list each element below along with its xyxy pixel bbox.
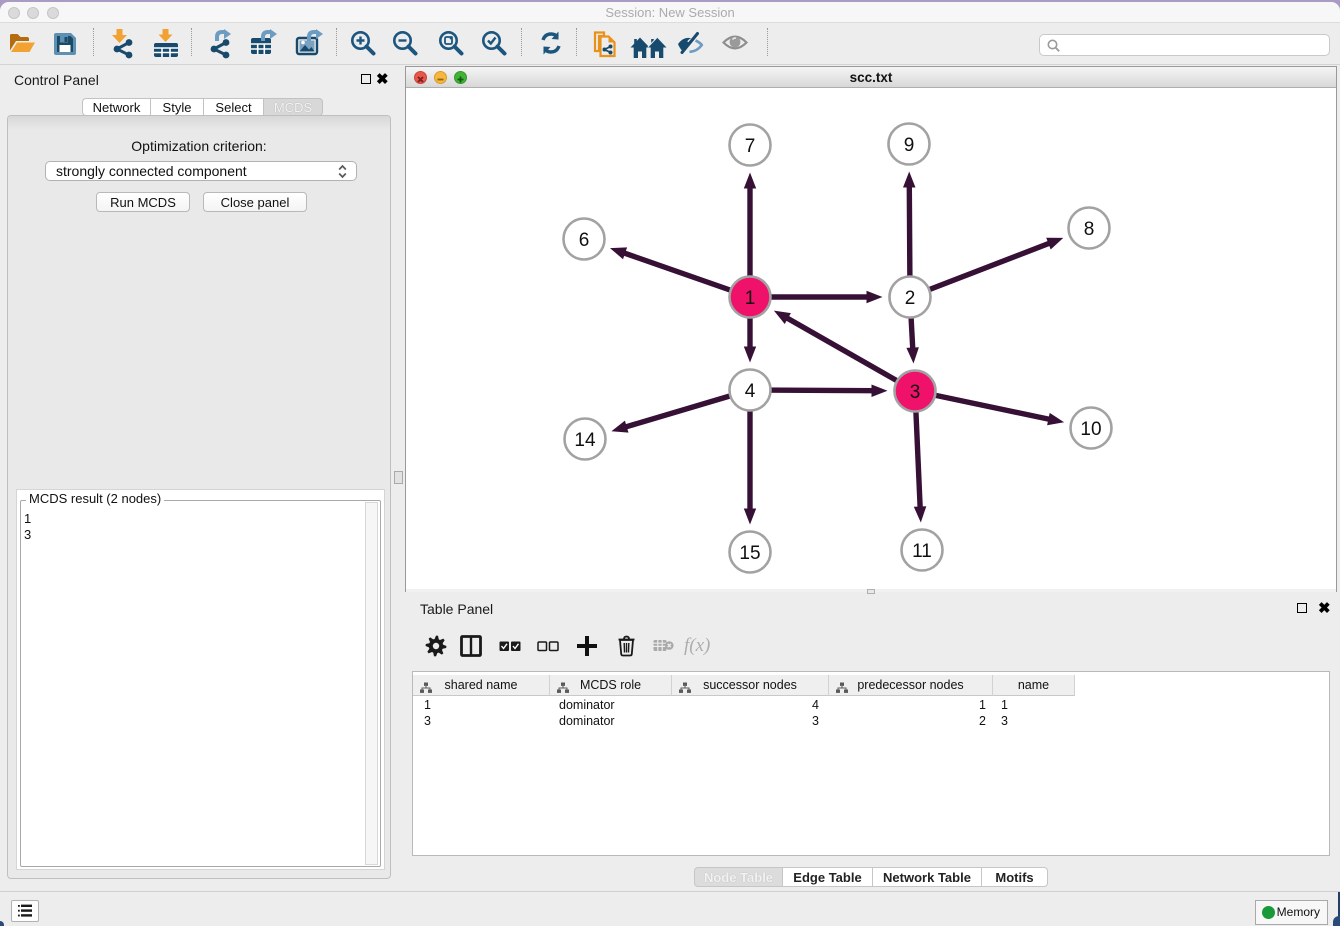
- svg-text:15: 15: [739, 543, 760, 564]
- svg-text:1: 1: [745, 288, 756, 309]
- svg-text:2: 2: [905, 288, 916, 309]
- svg-text:8: 8: [1084, 219, 1095, 240]
- svg-text:3: 3: [910, 382, 921, 403]
- svg-text:4: 4: [745, 381, 756, 402]
- svg-text:10: 10: [1080, 419, 1101, 440]
- svg-text:6: 6: [579, 230, 590, 251]
- svg-text:9: 9: [904, 135, 915, 156]
- svg-text:11: 11: [912, 541, 932, 562]
- svg-text:14: 14: [574, 430, 596, 451]
- svg-text:f(x): f(x): [684, 635, 710, 656]
- svg-text:7: 7: [745, 136, 756, 157]
